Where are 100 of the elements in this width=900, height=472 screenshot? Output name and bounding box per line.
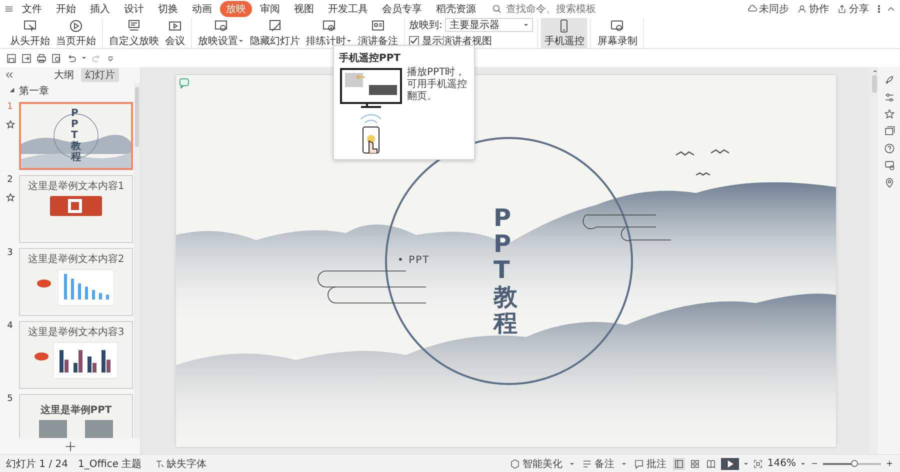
search-icon [492,4,502,14]
menu-tab[interactable]: 开发工具 [322,1,374,17]
comments-button[interactable]: 批注 [631,456,670,470]
share-button[interactable]: 分享 [834,2,872,16]
zoom-in-icon[interactable] [885,459,894,468]
hidden-slide-icon [268,18,282,32]
thumbnail-title: 这里是举例文本内容3 [28,326,124,339]
scrollbar-thumb[interactable] [872,75,876,93]
screen-record-icon [610,18,624,32]
play-button[interactable] [721,458,740,470]
slider-thumb[interactable] [850,460,858,466]
slide-thumbnail[interactable]: 这里是举例文本内容3 [19,321,133,389]
caret-icon[interactable] [346,38,352,44]
scroll-up-icon[interactable] [871,67,877,73]
caret-icon[interactable] [800,460,806,466]
ribbon-button[interactable]: 排练计时 [303,18,355,48]
menu-tab[interactable]: 会员专享 [376,1,428,17]
slide-thumbnail[interactable]: 这里是举例文本内容1 [19,175,133,243]
menu-tab[interactable]: 视图 [288,1,320,17]
caret-icon[interactable] [743,460,750,466]
slide-switch-icon[interactable] [884,126,894,137]
timer-screen-icon [322,18,336,32]
beautify-button[interactable]: 智能美化 [507,456,566,470]
ribbon-button[interactable]: 从头开始 [7,18,53,48]
zoom-level[interactable]: 146% [767,458,796,469]
notes-icon [371,18,385,32]
normal-view-icon [674,458,684,468]
share-icon [837,4,847,14]
slide-number: 4 [7,321,13,331]
slide-thumbnail[interactable]: 这里是举例文本内容2 [19,248,133,316]
sliders-icon[interactable] [884,92,894,103]
ribbon-button[interactable]: 演讲备注 [355,18,401,48]
slide-thumbnail[interactable]: 这里是举例PPT [19,394,133,438]
panel-tab[interactable]: 幻灯片 [81,68,119,82]
menu-tab[interactable]: 插入 [84,1,116,17]
ribbon-button[interactable]: 隐藏幻灯片 [247,18,303,48]
caret-icon[interactable] [569,460,576,466]
star-sparkle-icon[interactable] [884,109,894,120]
help-icon[interactable] [884,143,894,154]
view-button[interactable] [705,458,718,470]
notes-button[interactable]: 备注 [579,456,618,470]
fit-window-icon[interactable] [753,458,764,468]
animation-star-icon [6,193,14,202]
layout-icon[interactable] [884,160,894,171]
slide-number: 2 [7,175,13,185]
collaborate-button[interactable]: 协作 [794,2,832,16]
view-button[interactable] [673,458,686,470]
undo-icon[interactable] [66,52,77,64]
ribbon-button[interactable]: 屏幕录制 [594,18,640,48]
menu-tab[interactable]: 审阅 [254,1,286,17]
play-icon [725,458,736,468]
menu-tab[interactable]: 切换 [152,1,184,17]
ribbon-button[interactable]: 自定义放映 [106,18,162,48]
menu-tab[interactable]: 设计 [118,1,150,17]
caret-icon[interactable] [621,460,628,466]
settings-screen-icon [214,18,228,32]
menu-tab[interactable]: 稻壳资源 [430,1,482,17]
panel-tab[interactable]: 大纲 [50,68,78,82]
slide-number: 5 [7,394,13,404]
preview-icon[interactable] [51,52,62,64]
ribbon-button[interactable]: 会议 [162,18,188,48]
save-icon[interactable] [6,52,17,64]
tooltip-title: 手机遥控PPT [339,51,402,65]
customize-icon[interactable] [106,54,115,62]
check-icon [410,37,418,45]
notes-lines-icon [582,458,592,468]
print-icon[interactable] [36,52,47,64]
person-icon [797,4,807,14]
display-dropdown[interactable]: 主要显示器 [445,18,534,32]
export-icon[interactable] [21,52,32,64]
dropdown-caret-icon[interactable] [523,22,530,28]
status-text: 幻灯片 1 / 24 [6,458,68,470]
menu-tab[interactable]: 文件 [16,1,48,17]
play-circle-icon [69,18,83,32]
caret-icon[interactable] [238,38,244,44]
section-toggle-icon[interactable] [8,86,16,94]
menu-tab[interactable]: 动画 [186,1,218,17]
missing-fonts-button[interactable]: 缺失字体 [152,456,210,470]
comment-icon[interactable] [178,78,190,90]
slideshow-screen-icon [23,18,37,32]
thumbnail-title: 这里是举例PPT [40,403,112,417]
thumbnail-title: 这里是举例文本内容2 [28,252,124,266]
beautify-icon [510,458,520,468]
menu-icon[interactable] [4,4,14,14]
location-pin-icon[interactable] [884,177,894,188]
reading-view-icon [706,458,716,468]
ribbon-button[interactable]: 手机遥控 [541,18,588,48]
grid-view-icon [690,458,700,468]
ribbon-button[interactable]: 放映设置 [195,18,247,48]
add-slide-icon[interactable] [64,440,76,452]
section-title[interactable]: 第一章 [19,84,49,98]
menu-tab[interactable]: 开始 [50,1,82,17]
caret-icon[interactable] [81,55,87,61]
ribbon-button[interactable]: 当页开始 [53,18,99,48]
sync-button[interactable]: 未同步 [744,2,792,16]
ppt-logo-drawing [50,196,102,216]
target-label: 放映到: [409,18,442,32]
view-button[interactable] [689,458,702,470]
collapse-panel-icon[interactable] [4,70,14,80]
search-field[interactable]: 查找命令、搜索模板 [492,2,608,16]
